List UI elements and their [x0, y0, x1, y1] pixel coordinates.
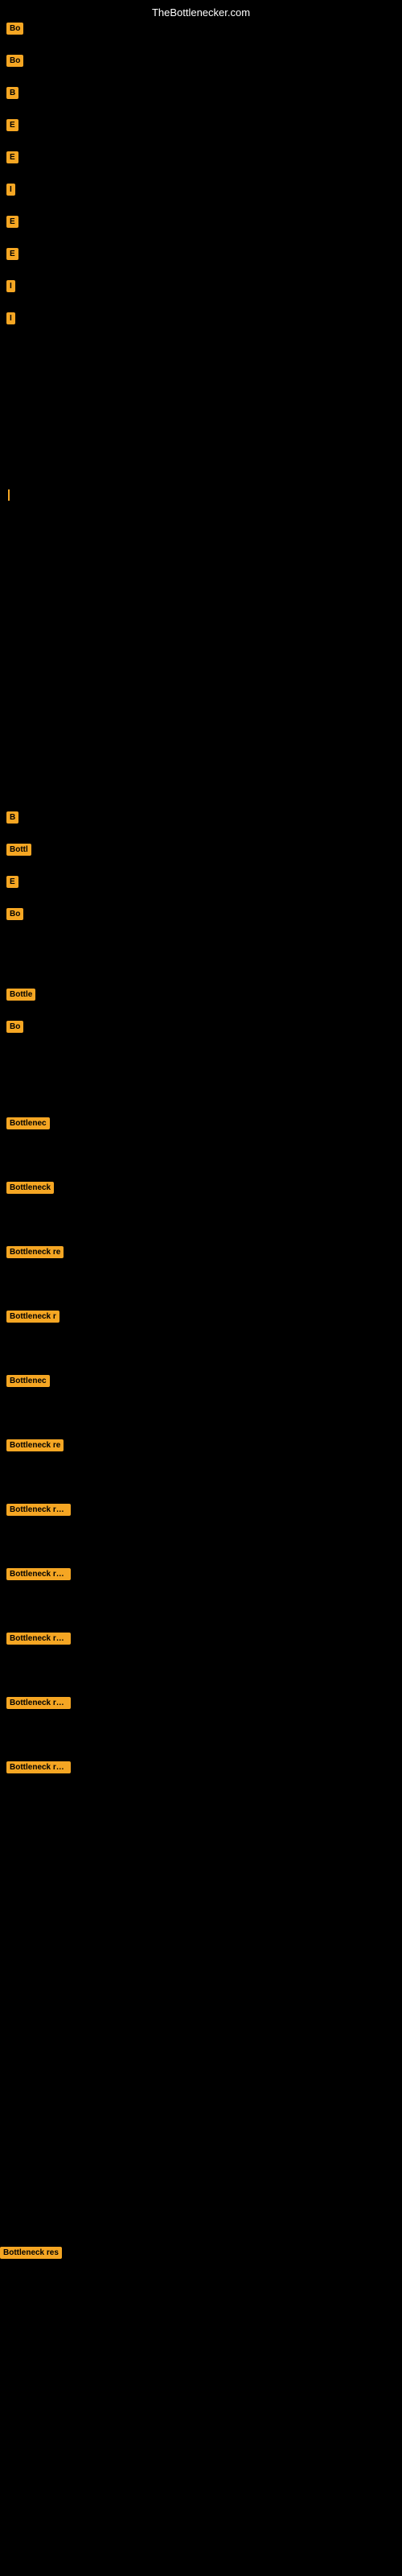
badge-13: E [6, 876, 18, 888]
badge-24: Bottleneck resu [6, 1568, 71, 1580]
badge-5: E [6, 151, 18, 163]
badge-28: Bottleneck res [0, 2247, 62, 2259]
badge-20: Bottleneck r [6, 1311, 59, 1323]
badge-23: Bottleneck resu [6, 1504, 71, 1516]
badge-19: Bottleneck re [6, 1246, 64, 1258]
badge-14: Bo [6, 908, 23, 920]
badge-4: E [6, 119, 18, 131]
badge-6: I [6, 184, 15, 196]
badge-3: B [6, 87, 18, 99]
badge-9: I [6, 280, 15, 292]
badge-26: Bottleneck resu [6, 1697, 71, 1709]
badge-8: E [6, 248, 18, 260]
badge-21: Bottlenec [6, 1375, 50, 1387]
badge-17: Bottlenec [6, 1117, 50, 1129]
badge-12: Bottl [6, 844, 31, 856]
badge-16: Bo [6, 1021, 23, 1033]
badge-15: Bottle [6, 989, 35, 1001]
badge-22: Bottleneck re [6, 1439, 64, 1451]
badge-27: Bottleneck result [6, 1761, 71, 1773]
badge-18: Bottleneck [6, 1182, 54, 1194]
badge-10: I [6, 312, 15, 324]
badge-1: Bo [6, 23, 23, 35]
badge-25: Bottleneck resu [6, 1633, 71, 1645]
badge-11: B [6, 811, 18, 824]
line-marker-11 [8, 489, 10, 501]
badge-7: E [6, 216, 18, 228]
badge-2: Bo [6, 55, 23, 67]
site-title: TheBottlenecker.com [152, 6, 250, 19]
